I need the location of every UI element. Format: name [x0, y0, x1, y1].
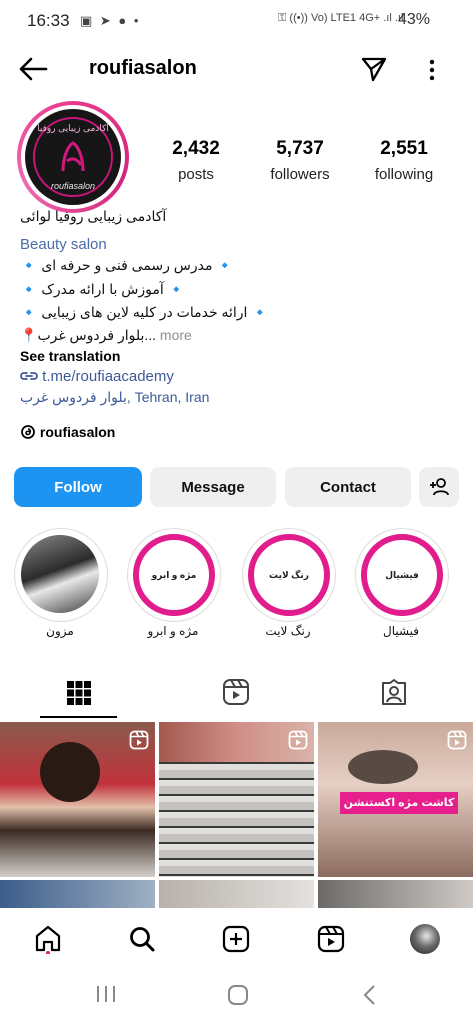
- battery-level: 43%: [398, 11, 431, 28]
- tab-tagged[interactable]: [316, 668, 473, 716]
- highlight-label: مزون: [46, 624, 74, 638]
- avatar-logo-text: آکادمی زیبایی روفیا: [37, 123, 109, 133]
- post-caption: کاشت مژه اکستنشن: [340, 792, 458, 814]
- posts-count: 2,432: [172, 138, 220, 159]
- status-bar: 16:33 ▣ ➤ ● • ⚿ ((•)) Vo) LTE1 4G+ .ıl .…: [0, 0, 473, 44]
- highlight-label: فیشیال: [382, 624, 420, 638]
- tab-grid[interactable]: [0, 668, 158, 716]
- followers-count: 5,737: [276, 138, 324, 159]
- posts-label: posts: [178, 166, 214, 183]
- link-icon: [20, 372, 38, 380]
- status-notification-icons: ▣ ➤ ● •: [80, 13, 141, 28]
- post-photo: [348, 750, 418, 784]
- reel-icon: [288, 730, 308, 750]
- highlight-ring: مژه و ابرو: [133, 534, 215, 616]
- follow-button[interactable]: Follow: [14, 467, 142, 507]
- avatar-logo-mark: [53, 137, 93, 177]
- highlight-cover: [14, 528, 108, 622]
- vertical-dots-icon[interactable]: [424, 56, 440, 84]
- grid-post[interactable]: [0, 880, 155, 908]
- grid-post[interactable]: [159, 880, 314, 908]
- profile-tabs: [0, 668, 473, 720]
- bio-category[interactable]: Beauty salon: [20, 236, 107, 253]
- bio-line-4: 📍بلوار فردوس غرب... more: [20, 327, 192, 344]
- avatar-image: آکادمی زیبایی روفیا roufiasalon: [25, 109, 121, 205]
- threads-icon: [21, 425, 35, 439]
- grid-icon: [67, 681, 91, 705]
- bio-line-3: 🔹 ارائه خدمات در کلیه لاین های زیبایی 🔹: [20, 304, 269, 320]
- back-icon[interactable]: [362, 984, 378, 1011]
- threads-username: roufiasalon: [39, 424, 116, 440]
- bio-line-4-text: 📍بلوار فردوس غرب...: [20, 327, 157, 343]
- highlight-ring: فیشیال: [361, 534, 443, 616]
- contact-button[interactable]: Contact: [285, 467, 411, 507]
- grid-post[interactable]: [318, 880, 473, 908]
- avatar-logo-name: roufiasalon: [50, 181, 96, 191]
- reel-icon: [447, 730, 467, 750]
- system-navigation: [0, 968, 473, 1024]
- highlight-label: رنگ لایت: [265, 624, 311, 638]
- home-button-icon[interactable]: [227, 984, 249, 1011]
- highlight-photo: [21, 535, 99, 613]
- see-translation-link[interactable]: See translation: [20, 348, 120, 364]
- recents-icon[interactable]: [95, 984, 117, 1009]
- following-label: following: [374, 166, 434, 183]
- stat-following[interactable]: 2,551 following: [349, 138, 459, 183]
- bio-name: آکادمی زیبایی روفیا لوائی: [20, 208, 167, 224]
- stat-posts[interactable]: 2,432 posts: [141, 138, 251, 183]
- highlight-cover-text: مژه و ابرو: [151, 569, 197, 580]
- profile-avatar-icon[interactable]: [408, 922, 442, 956]
- stat-followers[interactable]: 5,737 followers: [245, 138, 355, 183]
- paper-plane-icon[interactable]: [360, 55, 388, 83]
- post-photo: [40, 742, 100, 802]
- create-icon[interactable]: [219, 922, 253, 956]
- bio-link-text: t.me/roufiaacademy: [42, 368, 174, 385]
- back-arrow-icon[interactable]: [18, 56, 48, 82]
- tab-active-indicator: [40, 716, 117, 718]
- status-time: 16:33: [27, 11, 70, 30]
- home-icon[interactable]: [31, 922, 65, 956]
- threads-badge[interactable]: roufiasalon: [20, 424, 115, 440]
- bottom-navigation: [0, 910, 473, 968]
- bio-line-1: 🔹 مدرس رسمی فنی و حرفه ای 🔹: [20, 257, 234, 273]
- profile-username: roufiasalon: [89, 57, 197, 79]
- highlight-label: مژه و ابرو: [147, 624, 199, 638]
- status-signal-icons: ⚿ ((•)) Vo) LTE1 4G+ .ıl .ıl: [278, 12, 404, 24]
- add-user-icon: [430, 478, 449, 496]
- avatar-border: آکادمی زیبایی روفیا roufiasalon: [21, 105, 125, 209]
- bio-line-2: 🔹 آموزش با ارائه مدرک 🔹: [20, 281, 186, 297]
- grid-post[interactable]: [159, 722, 314, 877]
- reels-icon: [223, 679, 249, 705]
- following-count: 2,551: [380, 138, 428, 159]
- bio-more-link[interactable]: more: [156, 327, 192, 343]
- highlight-cover: فیشیال: [355, 528, 449, 622]
- profile-header: roufiasalon: [0, 44, 473, 96]
- grid-post[interactable]: کاشت مژه اکستنشن: [318, 722, 473, 877]
- followers-label: followers: [270, 166, 330, 183]
- bio-address[interactable]: بلوار فردوس غرب, Tehran, Iran: [20, 389, 209, 406]
- highlight-cover-text: فیشیال: [385, 569, 419, 580]
- highlight-cover: رنگ لایت: [242, 528, 336, 622]
- highlight-ring: رنگ لایت: [248, 534, 330, 616]
- profile-avatar[interactable]: آکادمی زیبایی روفیا roufiasalon: [17, 101, 129, 213]
- grid-post[interactable]: [0, 722, 155, 877]
- message-button[interactable]: Message: [150, 467, 276, 507]
- reel-icon: [129, 730, 149, 750]
- add-user-button[interactable]: [419, 467, 459, 507]
- highlight-cover: مژه و ابرو: [127, 528, 221, 622]
- tagged-icon: [382, 679, 406, 705]
- bio-link[interactable]: t.me/roufiaacademy: [20, 368, 174, 385]
- highlight-cover-text: رنگ لایت: [269, 569, 309, 580]
- search-icon[interactable]: [125, 922, 159, 956]
- reels-icon[interactable]: [314, 922, 348, 956]
- tab-reels[interactable]: [158, 668, 316, 716]
